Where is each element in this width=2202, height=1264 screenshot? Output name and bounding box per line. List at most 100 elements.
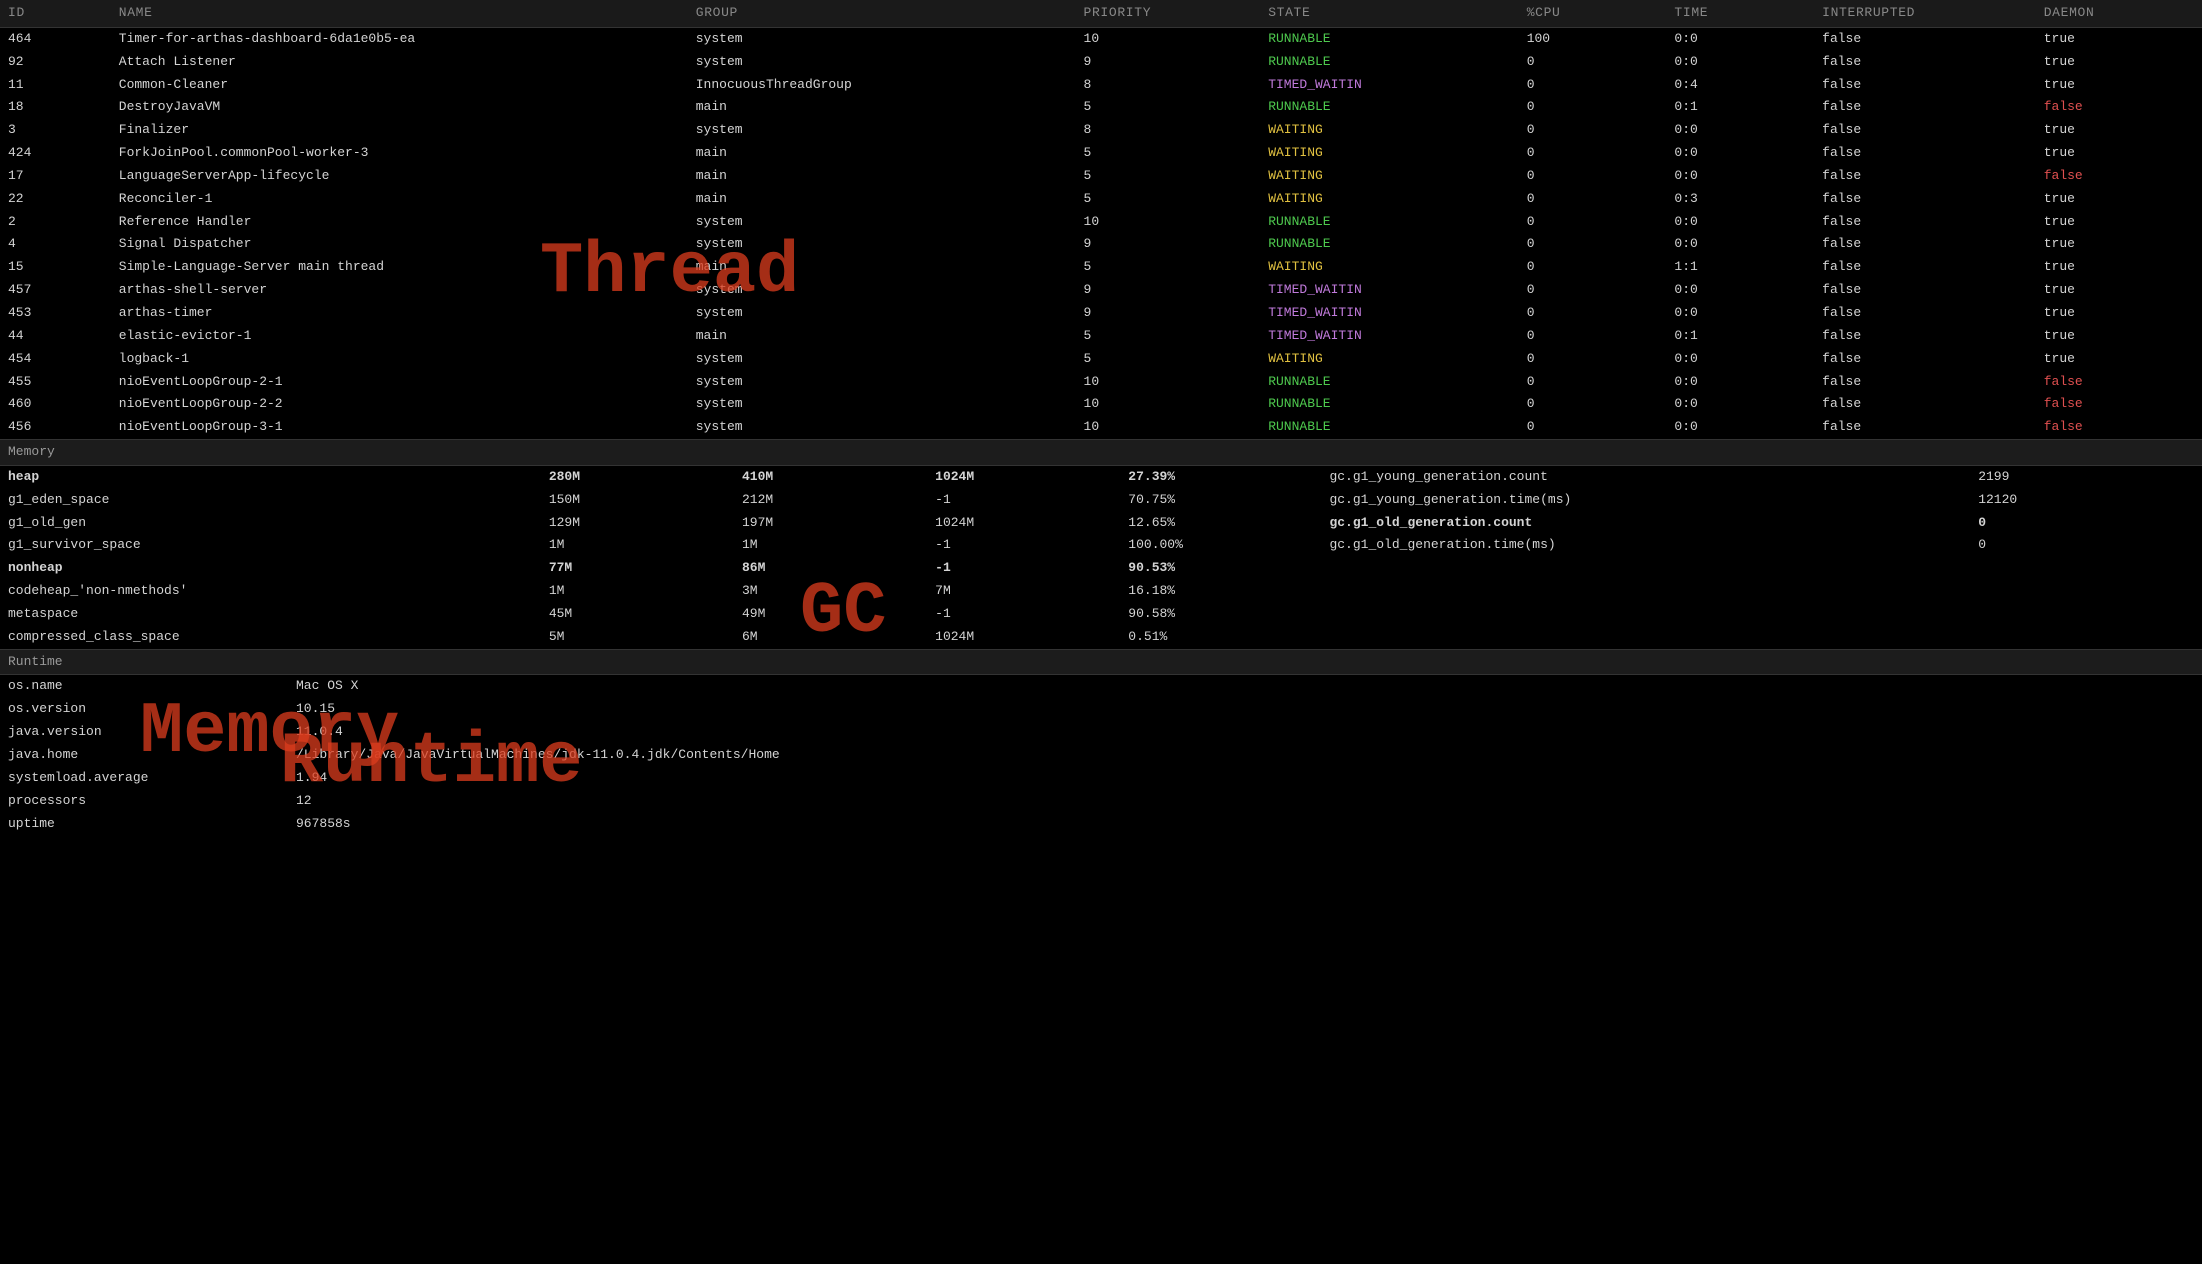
cell-interrupted: false xyxy=(1814,371,2036,394)
cell-rt-key: os.version xyxy=(0,698,280,721)
cell-state: TIMED_WAITIN xyxy=(1260,279,1519,302)
cell-mem-used: 150M xyxy=(541,489,734,512)
cell-group: main xyxy=(688,188,1076,211)
cell-group: system xyxy=(688,371,1076,394)
cell-interrupted: false xyxy=(1814,188,2036,211)
cell-interrupted: false xyxy=(1814,51,2036,74)
cell-id: 454 xyxy=(0,348,111,371)
cell-cpu: 0 xyxy=(1519,233,1667,256)
cell-name: DestroyJavaVM xyxy=(111,96,688,119)
cell-interrupted: false xyxy=(1814,119,2036,142)
cell-cpu: 0 xyxy=(1519,325,1667,348)
cell-mem-total: 6M xyxy=(734,626,927,649)
table-row: 460 nioEventLoopGroup-2-2 system 10 RUNN… xyxy=(0,393,2202,416)
cell-mem-max: 7M xyxy=(927,580,1120,603)
cell-interrupted: false xyxy=(1814,348,2036,371)
thread-table: ID NAME GROUP PRIORITY STATE %CPU TIME I… xyxy=(0,0,2202,439)
cell-group: system xyxy=(688,51,1076,74)
cell-gc-value: 2199 xyxy=(1970,466,2202,489)
cell-mem-total: 86M xyxy=(734,557,927,580)
cell-name: Finalizer xyxy=(111,119,688,142)
cell-group: main xyxy=(688,256,1076,279)
list-item: metaspace 45M 49M -1 90.58% xyxy=(0,603,2202,626)
cell-group: main xyxy=(688,96,1076,119)
cell-priority: 5 xyxy=(1076,348,1261,371)
cell-id: 15 xyxy=(0,256,111,279)
cell-priority: 5 xyxy=(1076,96,1261,119)
cell-mem-max: -1 xyxy=(927,603,1120,626)
cell-name: Reference Handler xyxy=(111,211,688,234)
th-cpu: %CPU xyxy=(1519,0,1667,27)
cell-cpu: 0 xyxy=(1519,279,1667,302)
cell-id: 424 xyxy=(0,142,111,165)
cell-daemon: true xyxy=(2036,51,2202,74)
th-group: GROUP xyxy=(688,0,1076,27)
cell-name: Reconciler-1 xyxy=(111,188,688,211)
cell-group: main xyxy=(688,142,1076,165)
cell-id: 457 xyxy=(0,279,111,302)
cell-cpu: 0 xyxy=(1519,165,1667,188)
list-item: os.version 10.15 xyxy=(0,698,2202,721)
cell-time: 0:4 xyxy=(1666,74,1814,97)
cell-time: 0:0 xyxy=(1666,165,1814,188)
cell-group: system xyxy=(688,348,1076,371)
cell-time: 0:0 xyxy=(1666,279,1814,302)
list-item: g1_survivor_space 1M 1M -1 100.00% gc.g1… xyxy=(0,534,2202,557)
cell-rt-key: processors xyxy=(0,790,280,813)
list-item: systemload.average 1.94 xyxy=(0,767,2202,790)
cell-time: 0:0 xyxy=(1666,119,1814,142)
table-row: 11 Common-Cleaner InnocuousThreadGroup 8… xyxy=(0,74,2202,97)
cell-mem-total: 212M xyxy=(734,489,927,512)
cell-mem-name: metaspace xyxy=(0,603,541,626)
cell-id: 11 xyxy=(0,74,111,97)
cell-interrupted: false xyxy=(1814,96,2036,119)
cell-rt-value: 11.0.4 xyxy=(280,721,2202,744)
cell-time: 0:0 xyxy=(1666,233,1814,256)
cell-gc-name: gc.g1_young_generation.time(ms) xyxy=(1313,489,1970,512)
th-priority: PRIORITY xyxy=(1076,0,1261,27)
cell-name: logback-1 xyxy=(111,348,688,371)
cell-mem-name: codeheap_'non-nmethods' xyxy=(0,580,541,603)
cell-mem-max: 1024M xyxy=(927,512,1120,535)
list-item: processors 12 xyxy=(0,790,2202,813)
cell-rt-key: systemload.average xyxy=(0,767,280,790)
cell-interrupted: false xyxy=(1814,233,2036,256)
cell-cpu: 0 xyxy=(1519,416,1667,439)
cell-rt-value: 10.15 xyxy=(280,698,2202,721)
table-row: 17 LanguageServerApp-lifecycle main 5 WA… xyxy=(0,165,2202,188)
cell-daemon: false xyxy=(2036,96,2202,119)
cell-cpu: 0 xyxy=(1519,51,1667,74)
table-row: 2 Reference Handler system 10 RUNNABLE 0… xyxy=(0,211,2202,234)
thread-table-header: ID NAME GROUP PRIORITY STATE %CPU TIME I… xyxy=(0,0,2202,27)
cell-time: 0:0 xyxy=(1666,416,1814,439)
cell-id: 44 xyxy=(0,325,111,348)
list-item: java.version 11.0.4 xyxy=(0,721,2202,744)
cell-name: Common-Cleaner xyxy=(111,74,688,97)
cell-daemon: true xyxy=(2036,74,2202,97)
cell-daemon: false xyxy=(2036,393,2202,416)
cell-state: RUNNABLE xyxy=(1260,416,1519,439)
cell-time: 0:1 xyxy=(1666,96,1814,119)
table-row: 457 arthas-shell-server system 9 TIMED_W… xyxy=(0,279,2202,302)
cell-priority: 10 xyxy=(1076,393,1261,416)
list-item: heap 280M 410M 1024M 27.39% gc.g1_young_… xyxy=(0,466,2202,489)
cell-priority: 10 xyxy=(1076,371,1261,394)
cell-priority: 5 xyxy=(1076,325,1261,348)
cell-priority: 10 xyxy=(1076,416,1261,439)
cell-mem-used: 280M xyxy=(541,466,734,489)
cell-mem-max: -1 xyxy=(927,534,1120,557)
cell-gc-name xyxy=(1313,603,1970,626)
cell-mem-used: 1M xyxy=(541,580,734,603)
list-item: g1_eden_space 150M 212M -1 70.75% gc.g1_… xyxy=(0,489,2202,512)
cell-mem-max: 1024M xyxy=(927,626,1120,649)
list-item: uptime 967858s xyxy=(0,813,2202,836)
cell-cpu: 0 xyxy=(1519,393,1667,416)
cell-name: ForkJoinPool.commonPool-worker-3 xyxy=(111,142,688,165)
cell-priority: 5 xyxy=(1076,165,1261,188)
cell-daemon: true xyxy=(2036,325,2202,348)
cell-interrupted: false xyxy=(1814,416,2036,439)
cell-id: 22 xyxy=(0,188,111,211)
cell-time: 0:0 xyxy=(1666,51,1814,74)
cell-rt-key: java.version xyxy=(0,721,280,744)
cell-cpu: 0 xyxy=(1519,119,1667,142)
